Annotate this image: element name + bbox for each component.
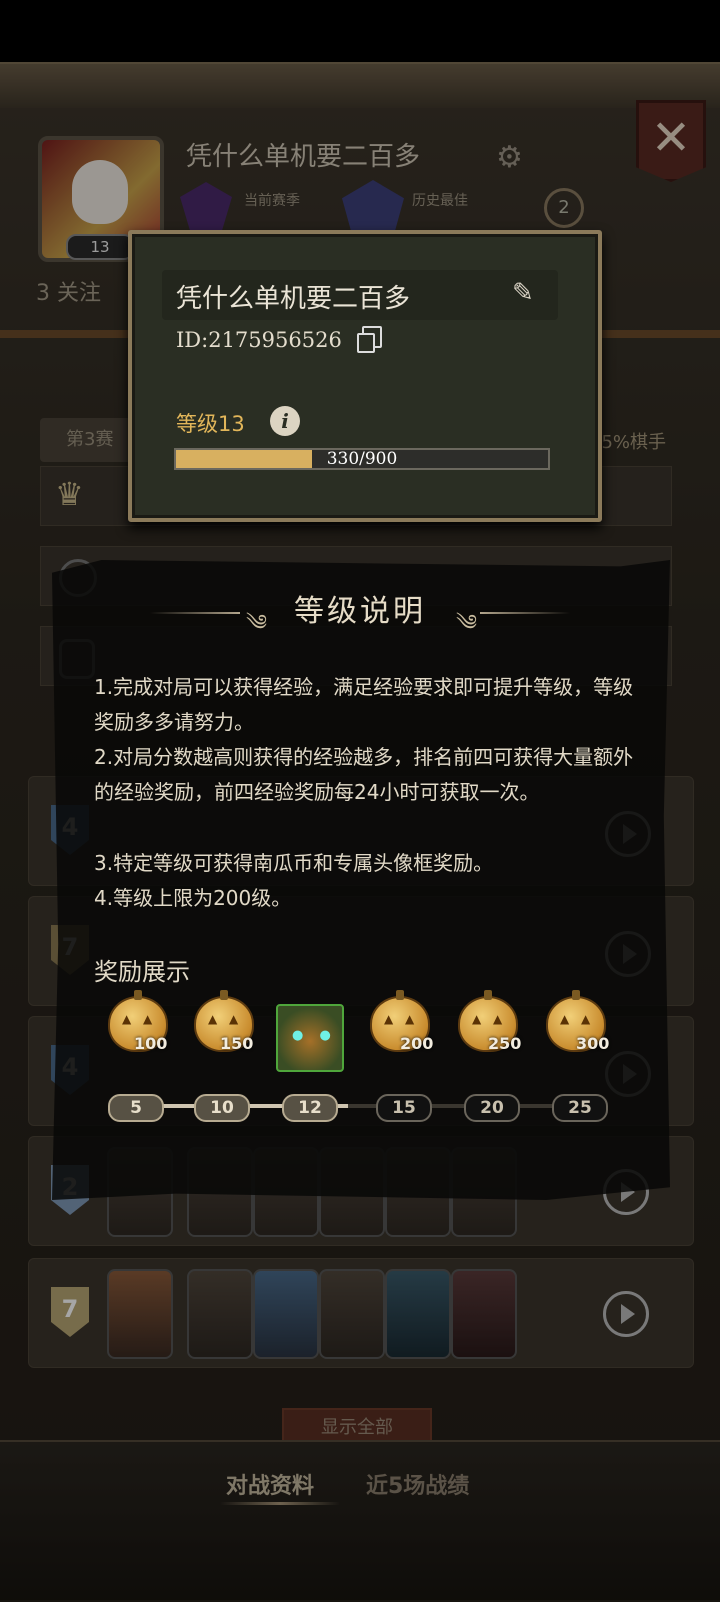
- level-label: 等级13: [176, 412, 245, 436]
- rule-text: 3.特定等级可获得南瓜币和专属头像框奖励。: [94, 851, 494, 875]
- reward-level-node: 12: [282, 1094, 338, 1122]
- title-ornament-right: [480, 612, 570, 614]
- reward-level-node: 5: [108, 1094, 164, 1122]
- rule-text: 2.对局分数越高则获得的经验越多，排名前四可获得大量额外的经验奖励，前四经验奖励…: [94, 745, 634, 804]
- edit-pencil-icon[interactable]: ✎: [512, 278, 534, 308]
- player-id: ID:2175956526: [176, 328, 342, 352]
- copy-icon[interactable]: [357, 326, 382, 353]
- exp-progress-text: 330/900: [326, 449, 398, 469]
- reward-amount: 250: [488, 1034, 522, 1053]
- rule-text: 1.完成对局可以获得经验，满足经验要求即可提升等级，等级奖励多多请努力。: [94, 675, 634, 734]
- rewards-title: 奖励展示: [94, 958, 190, 986]
- rule-text: 4.等级上限为200级。: [94, 886, 292, 910]
- reward-level-node: 20: [464, 1094, 520, 1122]
- reward-amount: 100: [134, 1034, 168, 1053]
- exp-progress-bar: 330/900: [174, 448, 550, 470]
- reward-level-node: 15: [376, 1094, 432, 1122]
- reward-level-node: 25: [552, 1094, 608, 1122]
- popup-player-name: 凭什么单机要二百多: [176, 284, 411, 314]
- info-icon[interactable]: i: [270, 406, 300, 436]
- reward-amount: 300: [576, 1034, 610, 1053]
- reward-level-node: 10: [194, 1094, 250, 1122]
- explanation-title: 等级说明: [294, 594, 426, 629]
- reward-amount: 150: [220, 1034, 254, 1053]
- swirl-icon: ༄: [456, 611, 478, 636]
- avatar-frame-reward-icon: [276, 1004, 344, 1072]
- reward-amount: 200: [400, 1034, 434, 1053]
